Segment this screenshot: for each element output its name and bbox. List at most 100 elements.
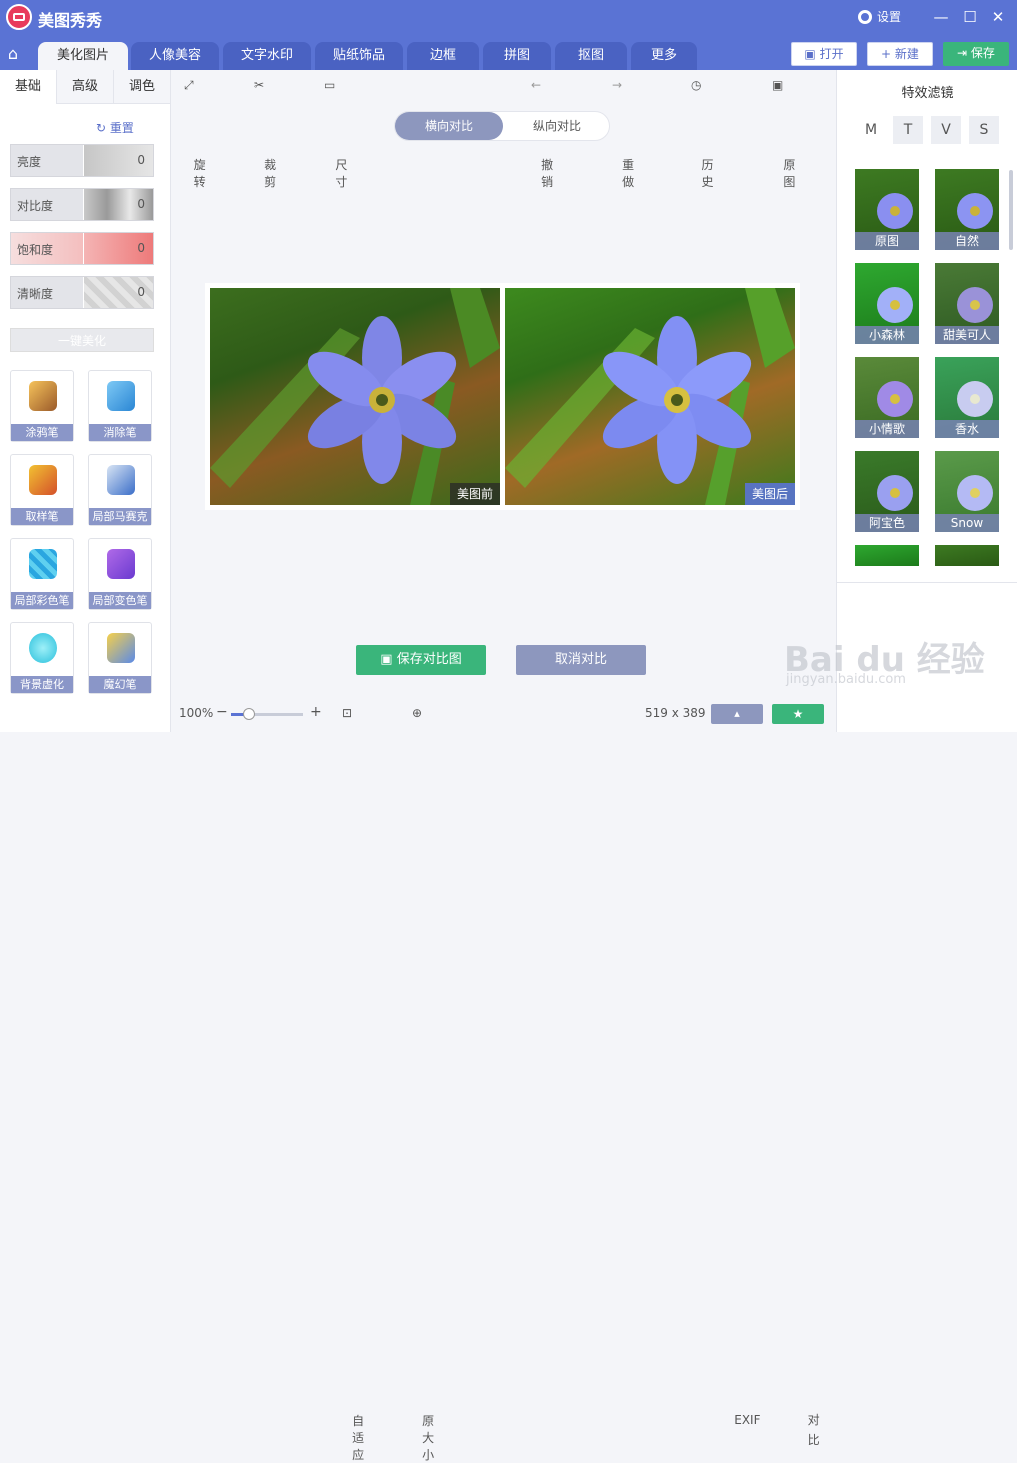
filter-thumbnail	[957, 287, 993, 323]
filter-thumbnail	[877, 287, 913, 323]
sharpness-slider[interactable]: 清晰度 0	[10, 276, 154, 309]
effects-title: 特效滤镜	[901, 86, 954, 101]
tab-portrait[interactable]: 人像美容	[131, 42, 219, 70]
tab-text[interactable]: 文字水印	[223, 42, 311, 70]
maximize-button[interactable]: ☐	[961, 8, 979, 26]
original-size-button[interactable]: ⊕ 原大小	[412, 706, 434, 1462]
save-button[interactable]: ⇥ 保存	[943, 42, 1009, 66]
magic-pen-tool[interactable]: 魔幻笔	[88, 622, 152, 694]
minimize-button[interactable]: —	[932, 8, 950, 26]
size-button[interactable]: ▭ 尺寸	[324, 78, 347, 189]
undo-button[interactable]: ← 撤销	[531, 78, 553, 189]
settings-button[interactable]: 设置	[858, 8, 901, 25]
sample-pen-tool[interactable]: 取样笔	[10, 454, 74, 526]
flower-photo	[210, 288, 500, 505]
tab-border[interactable]: 边框	[407, 42, 479, 70]
local-mosaic-tool[interactable]: 局部马赛克	[88, 454, 152, 526]
crop-button[interactable]: ✂ 裁剪	[254, 78, 276, 189]
subtab-color[interactable]: 调色	[114, 70, 171, 104]
save-compare-button[interactable]: ▣ 保存对比图	[356, 645, 486, 675]
brightness-slider[interactable]: 亮度 0	[10, 144, 154, 177]
image-dimensions: 519 x 389	[645, 706, 706, 720]
local-recolor-pen-tool[interactable]: 局部变色笔	[88, 538, 152, 610]
horizontal-compare-tab[interactable]: 横向对比	[395, 112, 503, 140]
reset-button[interactable]: ↻ 重置	[96, 119, 134, 136]
filter-thumbnail	[877, 475, 913, 511]
divider	[837, 582, 1017, 583]
gear-icon	[858, 10, 872, 24]
tab-beautify[interactable]: 美化图片	[38, 42, 128, 70]
zoom-in-button[interactable]: +	[310, 704, 322, 720]
filter-natural[interactable]: 自然	[935, 169, 999, 250]
rotate-button[interactable]: ⤢ 旋转	[184, 78, 206, 189]
saturation-slider[interactable]: 饱和度 0	[10, 232, 154, 265]
doodle-pen-tool[interactable]: 涂鸦笔	[10, 370, 74, 442]
filter-category-s[interactable]: S	[969, 116, 999, 144]
cancel-compare-button[interactable]: 取消对比	[516, 645, 646, 675]
eraser-pen-tool[interactable]: 消除笔	[88, 370, 152, 442]
filter-thumbnail	[877, 193, 913, 229]
tab-collage[interactable]: 拼图	[483, 42, 551, 70]
brush-icon	[29, 381, 57, 411]
zoom-slider[interactable]	[231, 708, 303, 720]
filter-small-forest[interactable]: 小森林	[855, 263, 919, 344]
filter-perfume[interactable]: 香水	[935, 357, 999, 438]
after-image: 美图后	[505, 288, 795, 505]
blur-icon	[29, 633, 57, 663]
zoom-out-button[interactable]: −	[216, 704, 228, 720]
magic-wand-icon	[107, 633, 135, 663]
app-title: 美图秀秀	[38, 11, 103, 30]
vertical-compare-tab[interactable]: 纵向对比	[503, 112, 611, 140]
redo-button[interactable]: → 重做	[612, 78, 634, 189]
original-image-button[interactable]: ▣ 原图	[772, 78, 795, 189]
filter-snow[interactable]: Snow	[935, 451, 999, 532]
tab-more[interactable]: 更多	[631, 42, 697, 70]
home-icon[interactable]: ⌂	[2, 44, 24, 68]
filter-category-v[interactable]: V	[931, 116, 961, 144]
tab-sticker[interactable]: 贴纸饰品	[315, 42, 403, 70]
color-pen-icon	[29, 549, 57, 579]
filter-thumbnail	[957, 475, 993, 511]
filter-scrollbar[interactable]	[1009, 170, 1013, 250]
filter-category-t[interactable]: T	[893, 116, 923, 144]
local-color-pen-tool[interactable]: 局部彩色笔	[10, 538, 74, 610]
app-logo	[6, 4, 32, 30]
paintbrush-icon	[29, 465, 57, 495]
flower-photo	[505, 288, 795, 505]
exif-button[interactable]: EXIF ▴	[711, 704, 763, 1427]
zoom-level: 100%	[179, 706, 214, 720]
before-image: 美图前	[210, 288, 500, 505]
before-label: 美图前	[449, 483, 500, 505]
contrast-slider[interactable]: 对比度 0	[10, 188, 154, 221]
open-button[interactable]: ▣ 打开	[791, 42, 857, 66]
subtab-advanced[interactable]: 高级	[57, 70, 114, 104]
history-button[interactable]: ◷ 历史	[691, 78, 714, 189]
zoom-slider-handle[interactable]	[243, 708, 255, 720]
filter-love-song[interactable]: 小情歌	[855, 357, 919, 438]
mosaic-pen-icon	[107, 465, 135, 495]
compare-button[interactable]: ★ 对比	[772, 704, 824, 1447]
filter-more-2[interactable]	[935, 545, 999, 566]
fit-button[interactable]: ⊡ 自适应	[342, 706, 364, 1462]
left-panel: 基础 高级 调色 ↻ 重置 亮度 0 对比度 0 饱和度 0 清晰度 0 一键美化 涂鸦…	[0, 70, 171, 732]
tab-cutout[interactable]: 抠图	[555, 42, 627, 70]
filter-thumbnail	[877, 381, 913, 417]
filter-sweet[interactable]: 甜美可人	[935, 263, 999, 344]
eraser-icon	[107, 381, 135, 411]
recolor-pen-icon	[107, 549, 135, 579]
filter-thumbnail	[957, 193, 993, 229]
compare-canvas: 美图前 美图后	[205, 283, 800, 510]
filter-category-m[interactable]: M	[856, 116, 886, 144]
background-blur-tool[interactable]: 背景虚化	[10, 622, 74, 694]
new-button[interactable]: + 新建	[867, 42, 933, 66]
after-label: 美图后	[744, 483, 795, 505]
close-button[interactable]: ✕	[989, 8, 1007, 26]
subtab-basic[interactable]: 基础	[0, 70, 57, 104]
one-key-beautify-button[interactable]: 一键美化	[10, 328, 154, 352]
title-bar: 美图秀秀 设置 — ☐ ✕ ⌂ 美化图片 人像美容 文字水印 贴纸饰品 边框 拼…	[0, 0, 1017, 70]
filter-thumbnail	[957, 381, 993, 417]
watermark-url: jingyan.baidu.com	[786, 672, 906, 687]
filter-more-1[interactable]	[855, 545, 919, 566]
filter-original[interactable]: 原图	[855, 169, 919, 250]
filter-abao[interactable]: 阿宝色	[855, 451, 919, 532]
